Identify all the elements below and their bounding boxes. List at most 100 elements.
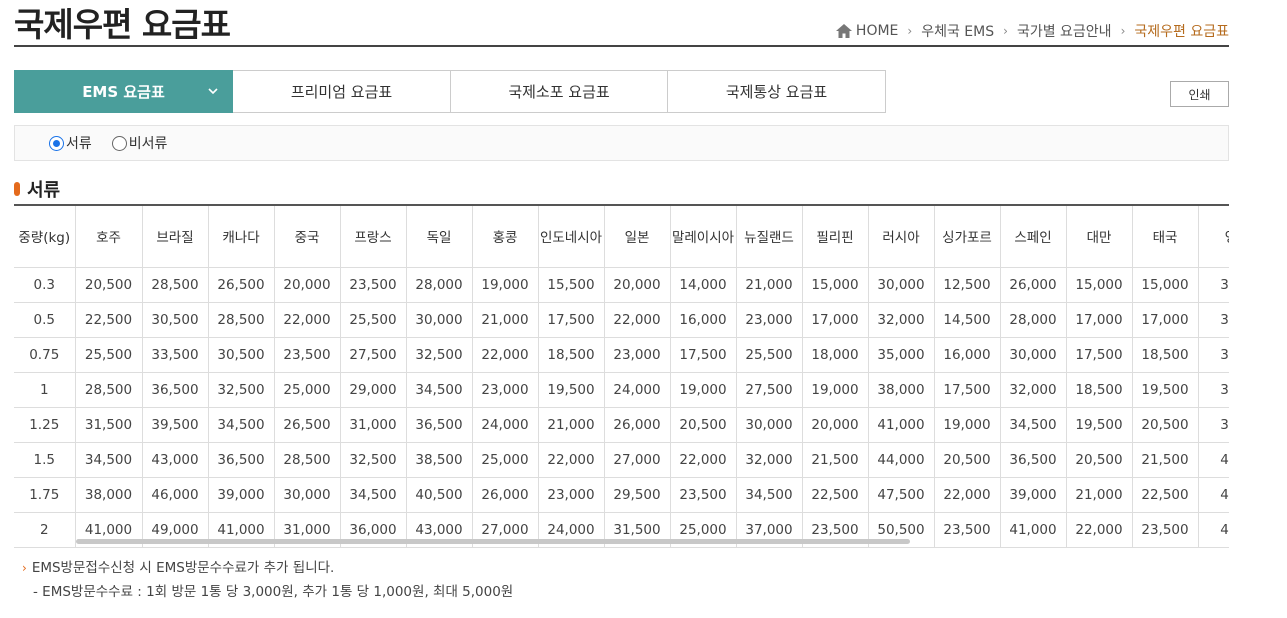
radio-documents[interactable]: 서류 bbox=[49, 133, 92, 153]
header-country: 캐나다 bbox=[207, 206, 275, 268]
header-weight: 중량(kg) bbox=[14, 206, 76, 268]
rate-cell: 27,000 bbox=[603, 441, 671, 478]
header-country: 스페인 bbox=[999, 206, 1067, 268]
rate-cell: 32,000 bbox=[867, 301, 935, 338]
rate-cell: 21,000 bbox=[537, 406, 605, 443]
table-row: 1 28,500 36,500 32,500 25,000 29,000 34,500 23,… bbox=[14, 371, 1229, 408]
rate-cell: 41,000 bbox=[867, 406, 935, 443]
print-button[interactable]: 인쇄 bbox=[1170, 81, 1229, 107]
rate-cell: 23,000 bbox=[603, 336, 671, 373]
section-title: 서류 bbox=[27, 180, 61, 201]
horizontal-scrollbar[interactable] bbox=[76, 539, 910, 544]
rate-cell: 30, bbox=[1197, 266, 1229, 303]
rate-cell: 34, bbox=[1197, 336, 1229, 373]
header-country: 중국 bbox=[273, 206, 341, 268]
rate-cell: 22,000 bbox=[537, 441, 605, 478]
rate-cell: 16,000 bbox=[933, 336, 1001, 373]
table-header-row: 중량(kg) 호주 브라질 캐나다 중국 프랑스 독일 홍콩 인도네시아 일본 말레이시아 뉴질랜드 필… bbox=[14, 206, 1229, 268]
rate-cell: 28,500 bbox=[74, 371, 143, 408]
rate-cell: 20,500 bbox=[74, 266, 143, 303]
rate-cell: 25,500 bbox=[74, 336, 143, 373]
rate-cell: 21,000 bbox=[471, 301, 539, 338]
rate-cell: 28,000 bbox=[999, 301, 1067, 338]
rate-cell: 32,000 bbox=[999, 371, 1067, 408]
document-type-selector: 서류 비서류 bbox=[14, 125, 1229, 161]
rate-cell: 34,500 bbox=[74, 441, 143, 478]
rate-cell: 29,000 bbox=[339, 371, 407, 408]
rate-cell: 30,000 bbox=[867, 266, 935, 303]
rate-cell: 38,000 bbox=[867, 371, 935, 408]
section-heading: 서류 bbox=[14, 176, 60, 202]
table-row: 1.5 34,500 43,000 36,500 28,500 32,500 38,500 2… bbox=[14, 441, 1229, 478]
rate-cell: 14,500 bbox=[933, 301, 1001, 338]
rate-cell: 46,000 bbox=[141, 476, 209, 513]
chevron-right-icon: › bbox=[1120, 24, 1126, 38]
rate-cell: 25,500 bbox=[339, 301, 407, 338]
rate-cell: 14,000 bbox=[669, 266, 737, 303]
rate-cell: 28,500 bbox=[207, 301, 275, 338]
rate-cell: 38,000 bbox=[74, 476, 143, 513]
rate-cell: 19,000 bbox=[669, 371, 737, 408]
rate-cell: 38, bbox=[1197, 406, 1229, 443]
rate-cell: 32, bbox=[1197, 301, 1229, 338]
breadcrumb-home-label: HOME bbox=[855, 23, 899, 39]
rate-cell: 17,500 bbox=[933, 371, 1001, 408]
tab-parcel-rates[interactable]: 국제소포 요금표 bbox=[451, 70, 668, 113]
radio-documents-indicator[interactable] bbox=[49, 135, 64, 151]
rate-cell: 21,500 bbox=[801, 441, 869, 478]
rate-cell: 22,500 bbox=[1131, 476, 1199, 513]
rate-cell: 23,500 bbox=[1131, 511, 1199, 548]
rate-cell: 28,500 bbox=[273, 441, 341, 478]
rate-cell: 32,500 bbox=[405, 336, 473, 373]
tab-letter-rates[interactable]: 국제통상 요금표 bbox=[668, 70, 886, 113]
breadcrumb-ems[interactable]: 우체국 EMS bbox=[921, 21, 994, 41]
rate-cell: 23,500 bbox=[273, 336, 341, 373]
radio-non-documents-indicator[interactable] bbox=[111, 135, 127, 151]
table-row: 1.25 31,500 39,500 34,500 26,500 31,000 36,500… bbox=[14, 406, 1229, 443]
rate-cell: 19,000 bbox=[801, 371, 869, 408]
rate-cell: 17,500 bbox=[1065, 336, 1133, 373]
tab-ems-rates[interactable]: EMS 요금표 bbox=[14, 70, 233, 113]
weight-cell: 1 bbox=[14, 371, 76, 408]
weight-cell: 0.75 bbox=[14, 336, 76, 373]
rate-table: 중량(kg) 호주 브라질 캐나다 중국 프랑스 독일 홍콩 인도네시아 일본 말레이시아 뉴질랜드 필… bbox=[14, 206, 1229, 548]
rate-cell: 19,500 bbox=[1065, 406, 1133, 443]
rate-cell: 12,500 bbox=[933, 266, 1001, 303]
header-country: 브라질 bbox=[141, 206, 209, 268]
weight-cell: 1.75 bbox=[14, 476, 76, 513]
rate-cell: 25,000 bbox=[471, 441, 539, 478]
rate-cell: 21,000 bbox=[1065, 476, 1133, 513]
breadcrumb-country-rates[interactable]: 국가별 요금안내 bbox=[1017, 21, 1112, 41]
breadcrumb-home[interactable]: HOME bbox=[835, 23, 899, 39]
rate-cell: 16,000 bbox=[669, 301, 737, 338]
rate-cell: 20,500 bbox=[1065, 441, 1133, 478]
tab-ems-rates-label: EMS 요금표 bbox=[82, 83, 165, 101]
rate-cell: 22,000 bbox=[471, 336, 539, 373]
rate-cell: 30,000 bbox=[273, 476, 341, 513]
rate-cell: 44, bbox=[1197, 511, 1229, 548]
rate-cell: 31,000 bbox=[339, 406, 407, 443]
chevron-right-icon: › bbox=[1003, 24, 1008, 38]
rate-cell: 27,500 bbox=[735, 371, 803, 408]
header-country: 홍콩 bbox=[471, 206, 539, 268]
rate-cell: 20,000 bbox=[273, 266, 341, 303]
tab-premium-rates[interactable]: 프리미엄 요금표 bbox=[233, 70, 451, 113]
rate-cell: 15,000 bbox=[1065, 266, 1133, 303]
rate-cell: 30,000 bbox=[405, 301, 473, 338]
rate-cell: 27,500 bbox=[339, 336, 407, 373]
radio-non-documents[interactable]: 비서류 bbox=[111, 133, 167, 153]
home-icon bbox=[835, 24, 852, 38]
rate-cell: 23,500 bbox=[339, 266, 407, 303]
rate-cell: 35,000 bbox=[867, 336, 935, 373]
rate-table-container[interactable]: 중량(kg) 호주 브라질 캐나다 중국 프랑스 독일 홍콩 인도네시아 일본 말레이시아 뉴질랜드 필… bbox=[14, 204, 1229, 548]
rate-cell: 20,500 bbox=[669, 406, 737, 443]
header-country: 일본 bbox=[603, 206, 671, 268]
rate-cell: 26,000 bbox=[603, 406, 671, 443]
radio-documents-label: 서류 bbox=[66, 136, 92, 152]
table-row: 1.75 38,000 46,000 39,000 30,000 34,500 40,500… bbox=[14, 476, 1229, 513]
rate-cell: 34,500 bbox=[339, 476, 407, 513]
weight-cell: 1.5 bbox=[14, 441, 76, 478]
rate-cell: 23,000 bbox=[735, 301, 803, 338]
rate-cell: 41,000 bbox=[999, 511, 1067, 548]
rate-cell: 32,000 bbox=[735, 441, 803, 478]
